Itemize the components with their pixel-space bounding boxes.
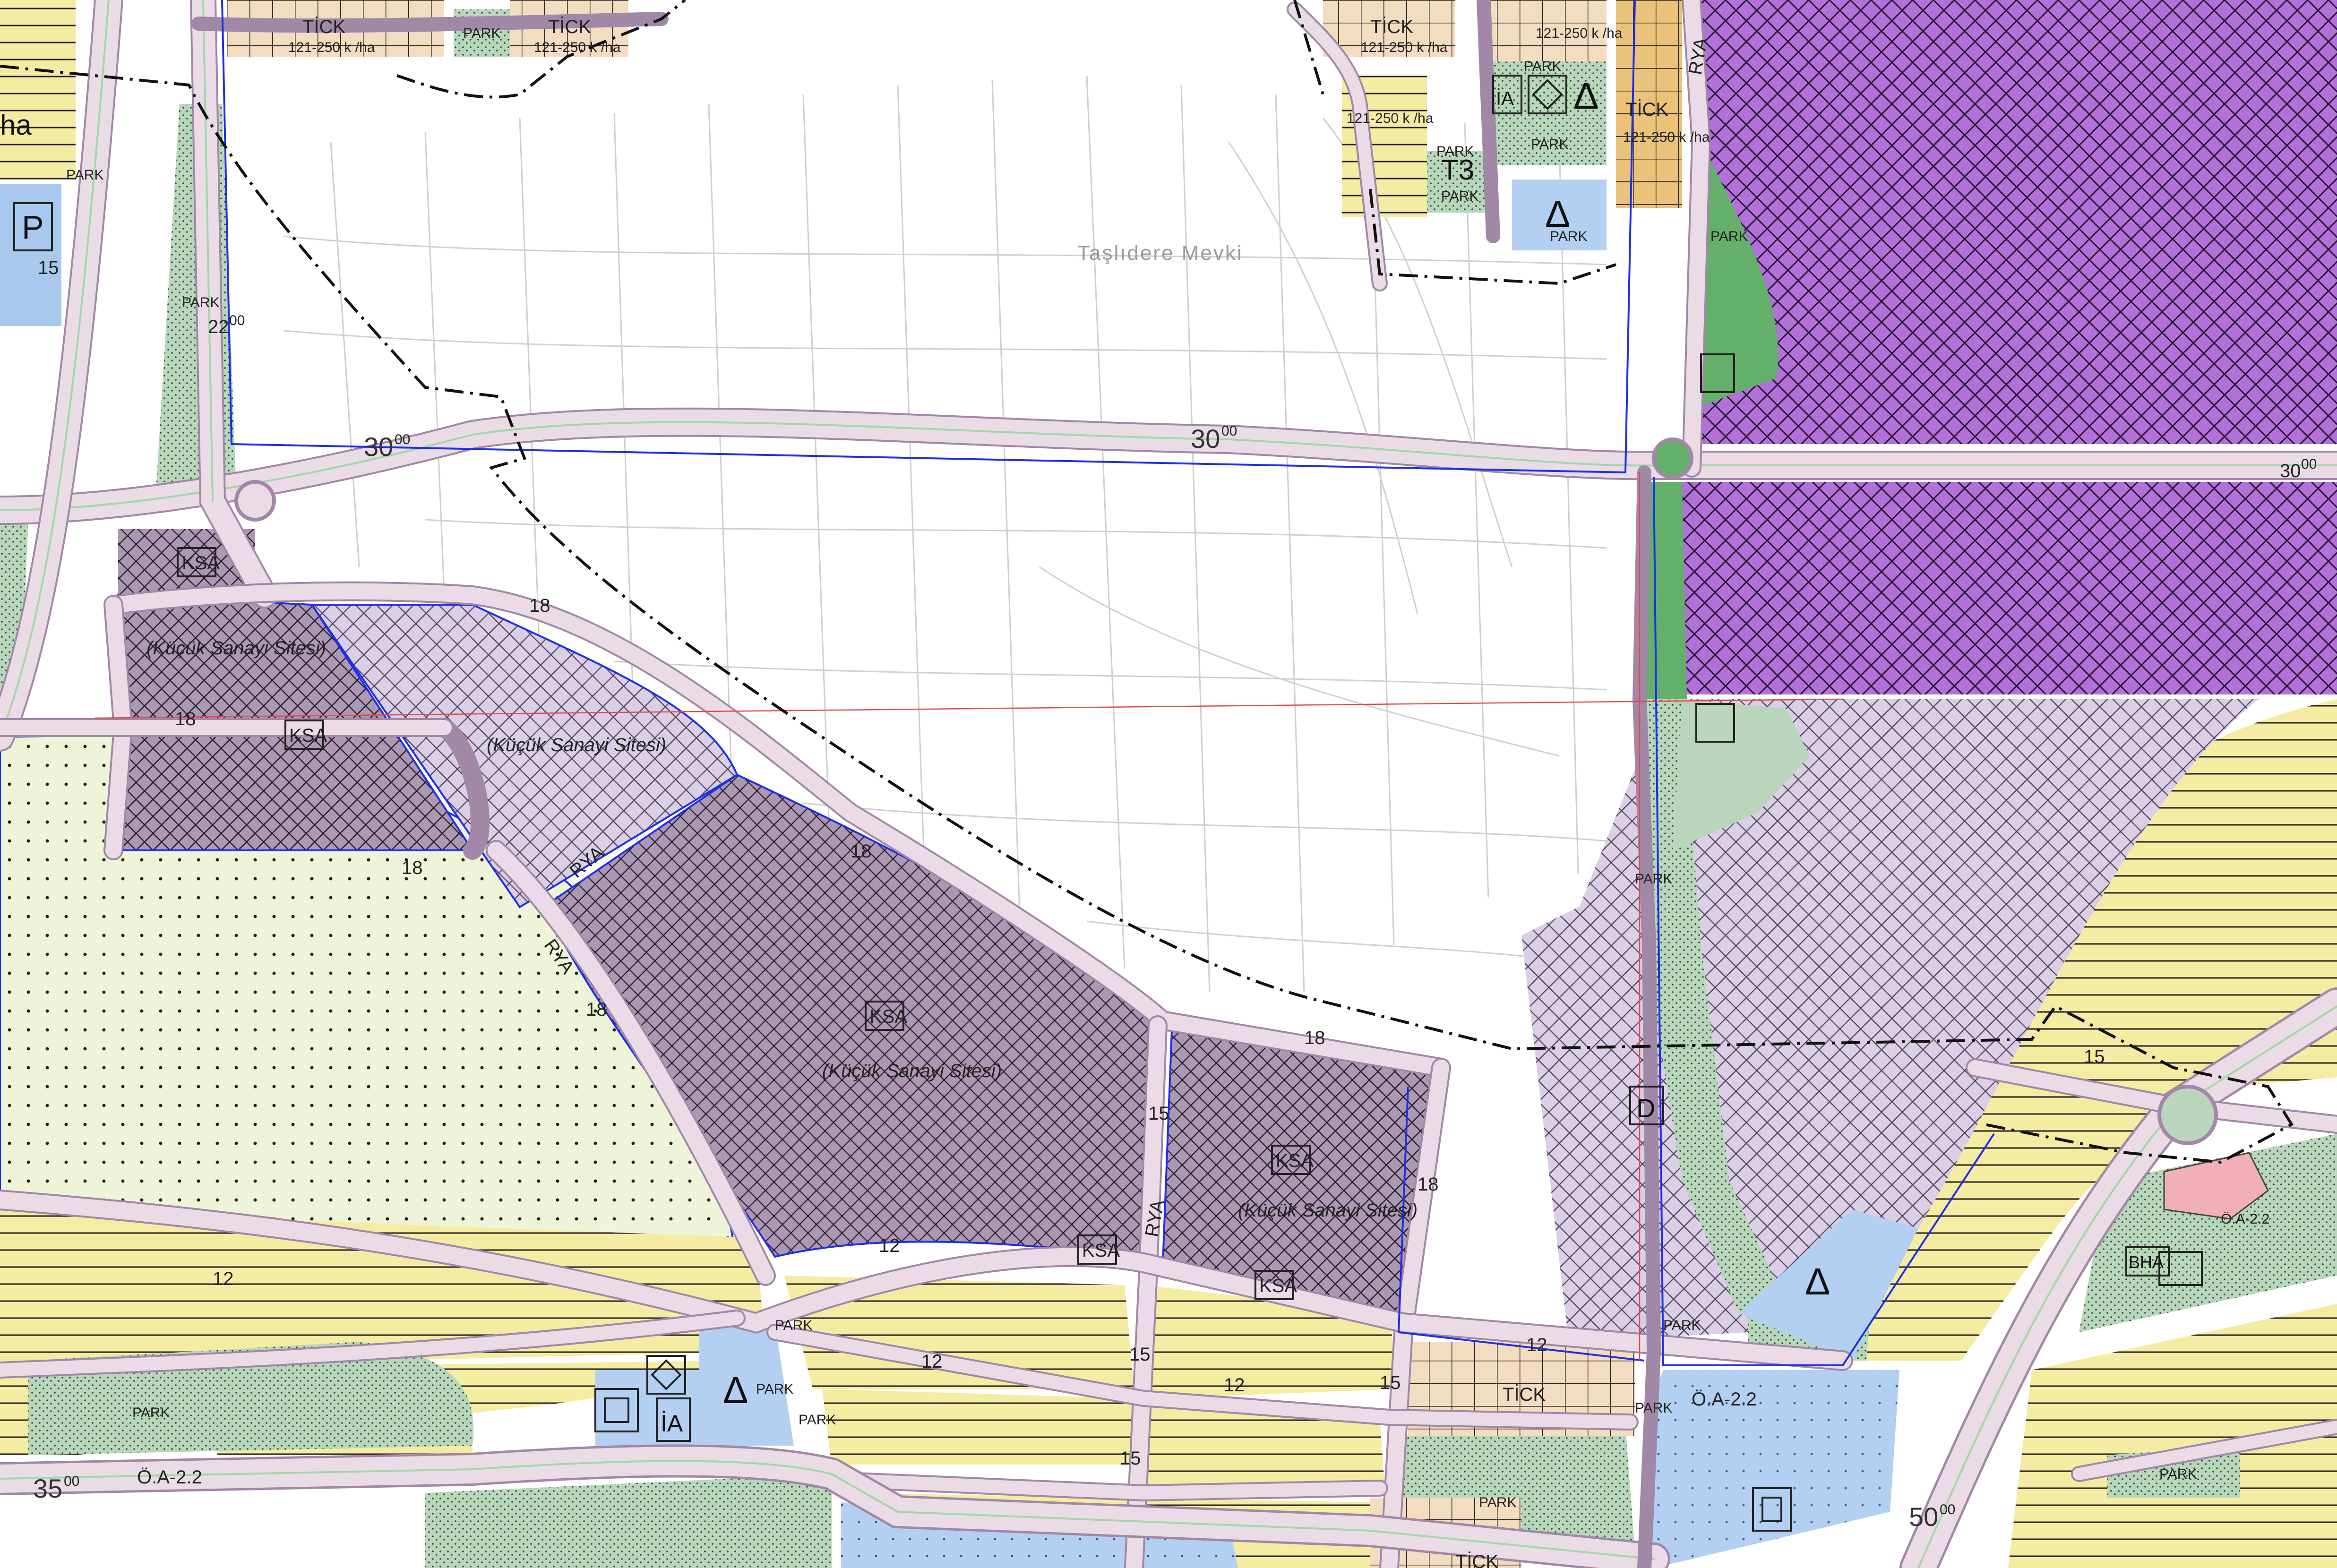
label-park-c: PARK — [463, 26, 500, 41]
road-width-12-c: 12 — [921, 1351, 943, 1372]
symbol-d: D — [1636, 1093, 1655, 1123]
label-park-o: PARK — [132, 1405, 170, 1421]
road-width-12-b: 12 — [879, 1235, 900, 1256]
label-park-n: PARK — [799, 1412, 836, 1428]
label-t3: T3 — [1441, 154, 1474, 186]
label-park-j: PARK — [1635, 871, 1672, 887]
road-width-15-e: 15 — [2084, 1046, 2105, 1067]
label-tick-a: TİCK — [302, 16, 345, 37]
road-width-35: 35 — [33, 1474, 62, 1503]
road-width-18-a: 18 — [529, 595, 550, 616]
industry-zone-middle — [1682, 482, 2337, 694]
label-park-l: PARK — [775, 1318, 812, 1333]
label-oa-b: Ö.A-2.2 — [1692, 1389, 1757, 1410]
label-park-a: PARK — [66, 167, 103, 183]
label-tick-f: TİCK — [1455, 1551, 1498, 1568]
road-width-30-west: 30 — [364, 432, 393, 462]
locality-label: Taşlıdere Mevki — [1077, 241, 1243, 265]
industry-zone-north — [1701, 0, 2337, 444]
road-width-18-d: 18 — [851, 841, 872, 862]
label-tick-c: TİCK — [1370, 16, 1413, 37]
label-density-c: 121-250 k /ha — [1361, 40, 1448, 55]
road-width-12-e: 12 — [1526, 1335, 1547, 1355]
roundabout-southeast — [2157, 1085, 2218, 1145]
label-kucuk-sanayi-west: (Küçük Sanayi Sitesi) — [146, 638, 326, 659]
road-width-12-a: 12 — [213, 1268, 234, 1289]
symbol-bha: BHA — [2129, 1252, 2164, 1272]
label-park-b: PARK — [182, 295, 219, 310]
label-park-r: PARK — [2159, 1466, 2197, 1482]
road-width-50-sup: 00 — [1940, 1502, 1955, 1517]
label-park-i: PARK — [1710, 229, 1748, 244]
road-width-12-d: 12 — [1224, 1375, 1245, 1396]
label-density-e: 121-250 k /ha — [1347, 111, 1434, 126]
road-width-22: 22 — [208, 317, 229, 337]
road-width-18-g: 18 — [1418, 1174, 1439, 1195]
label-tick-b: TİCK — [548, 16, 591, 37]
label-park-p: PARK — [1635, 1400, 1672, 1416]
label-density-a: 121-250 k /ha — [288, 40, 375, 55]
label-ksa-north: KSA — [182, 553, 220, 574]
label-ksa-south-b: KSA — [1259, 1276, 1297, 1296]
road-width-18-c: 18 — [402, 857, 423, 878]
road-width-35-sup: 00 — [64, 1474, 79, 1489]
label-tick-e: TİCK — [1503, 1384, 1546, 1405]
roundabout-central — [1652, 437, 1693, 479]
zoning-map: Taşlıdere Mevki 30 00 30 00 30 00 35 00 … — [0, 0, 2337, 1568]
road-width-15-c: 15 — [1380, 1372, 1401, 1393]
label-park-e: PARK — [1531, 137, 1568, 152]
road-width-15-a: 15 — [1148, 1103, 1169, 1124]
road-width-22-sup: 00 — [229, 313, 245, 328]
label-kucuk-sanayi-central: (Küçük Sanayi Sitesi) — [822, 1061, 1002, 1081]
symbol-triangle-north-2: Δ — [1545, 193, 1570, 235]
label-park-m: PARK — [756, 1381, 793, 1397]
road-width-15-f: 15 — [38, 257, 59, 278]
roundabout-west — [234, 480, 276, 522]
road-width-15-b: 15 — [1129, 1344, 1151, 1365]
label-park-d: PARK — [1524, 59, 1561, 74]
label-ksa-south-a: KSA — [1082, 1240, 1120, 1261]
road-width-50: 50 — [1909, 1502, 1938, 1532]
symbol-triangle-north: Δ — [1573, 75, 1598, 117]
label-density-b: 121-250 k /ha — [534, 40, 621, 55]
label-kucuk-sanayi-east: (Küçük Sanayi Sitesi) — [1238, 1200, 1418, 1221]
symbol-parking: P — [22, 209, 44, 246]
label-park-k: PARK — [1663, 1318, 1701, 1333]
road-width-30-center-sup: 00 — [1221, 423, 1237, 439]
symbol-triangle-south: Δ — [723, 1369, 748, 1411]
label-kucuk-sanayi-light: (Küçük Sanayi Sitesi) — [487, 735, 666, 755]
label-oa-a: Ö.A-2.2 — [137, 1467, 202, 1488]
label-ha: ha — [0, 109, 32, 141]
label-tick-d: TİCK — [1625, 99, 1668, 120]
label-park-q: PARK — [1479, 1495, 1516, 1510]
label-density-f: 121-250 k /ha — [1623, 129, 1710, 145]
symbol-triangle-southeast: Δ — [1805, 1260, 1830, 1302]
road-width-18-b: 18 — [175, 709, 196, 729]
road-width-30-center: 30 — [1191, 424, 1220, 454]
label-oa-c: Ö.A-2.2 — [2221, 1211, 2269, 1227]
road-width-18-f: 18 — [1304, 1028, 1325, 1048]
road-width-18-e: 18 — [586, 999, 607, 1020]
label-density-d: 121-250 k /ha — [1536, 26, 1623, 41]
road-width-30-west-sup: 00 — [395, 432, 410, 447]
symbol-ia-north: İA — [1496, 88, 1514, 109]
label-ksa-west: KSA — [289, 725, 327, 746]
road-width-30-east: 30 — [2280, 461, 2301, 481]
symbol-ia-south: İA — [661, 1410, 683, 1437]
label-ksa-central: KSA — [869, 1006, 907, 1027]
label-ksa-east: KSA — [1276, 1150, 1314, 1171]
label-park-g: PARK — [1441, 189, 1478, 204]
road-width-15-d: 15 — [1120, 1448, 1141, 1469]
road-width-30-east-sup: 00 — [2301, 456, 2317, 472]
